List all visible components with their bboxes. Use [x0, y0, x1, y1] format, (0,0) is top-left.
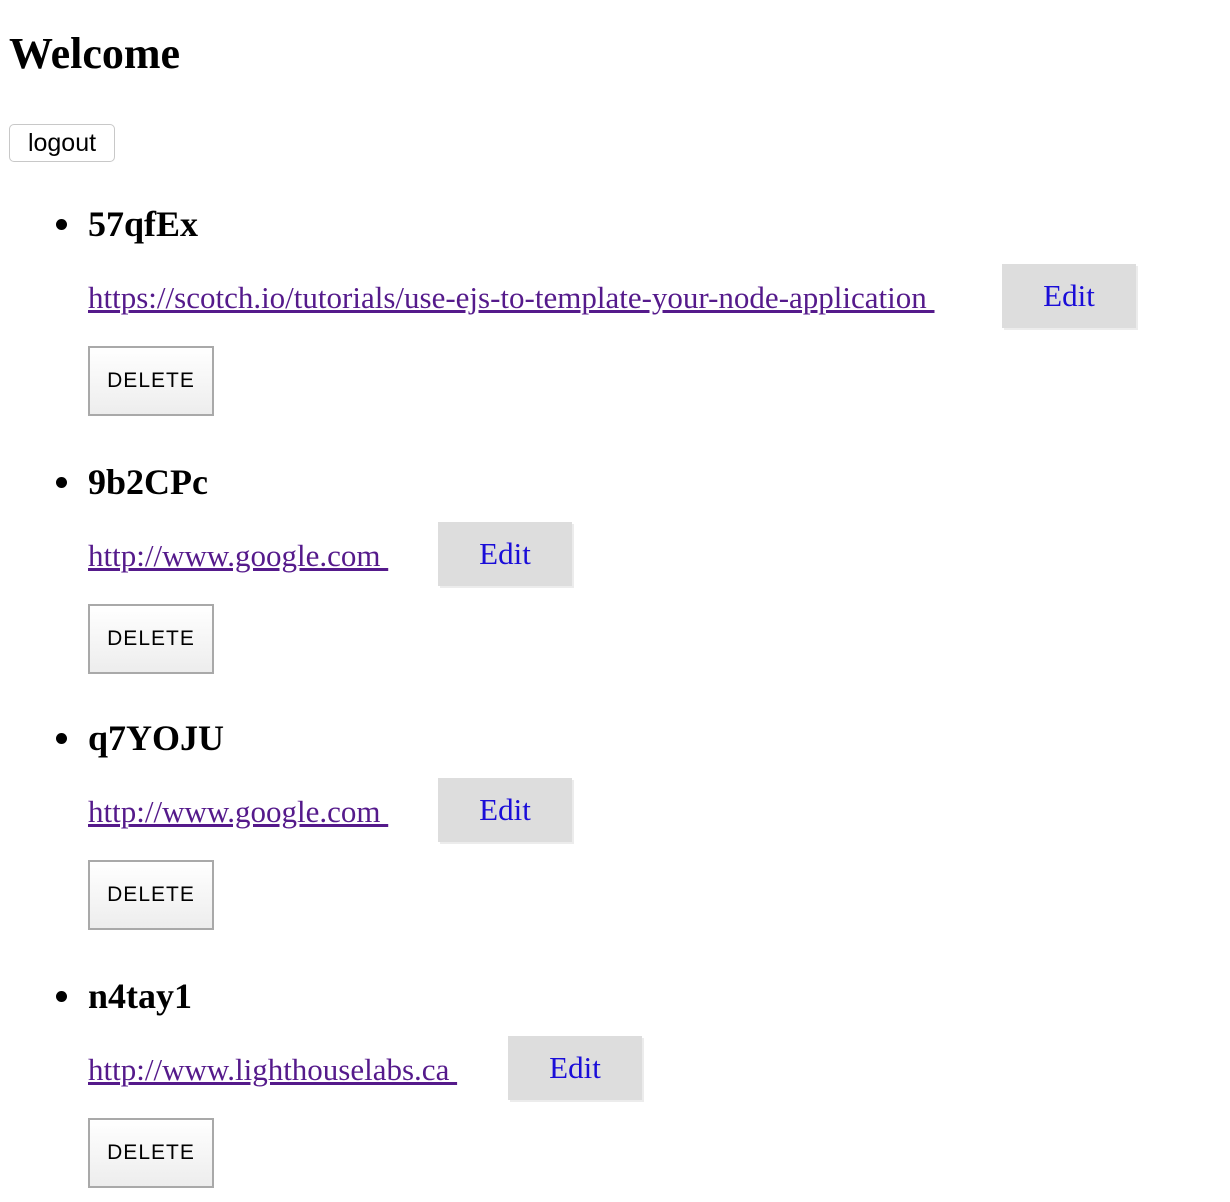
delete-button[interactable]: DELETE — [88, 346, 214, 416]
short-code: 57qfEx — [88, 204, 199, 244]
logout-button[interactable]: logout — [9, 124, 115, 162]
edit-button[interactable]: Edit — [438, 778, 572, 842]
long-url-link[interactable]: https://scotch.io/tutorials/use-ejs-to-t… — [88, 278, 935, 318]
short-code: q7YOJU — [88, 718, 225, 758]
edit-button[interactable]: Edit — [508, 1036, 642, 1100]
url-item: 57qfEx https://scotch.io/tutorials/use-e… — [0, 202, 1230, 442]
long-url-link[interactable]: http://www.google.com — [88, 536, 388, 576]
page: Welcome logout 57qfEx https://scotch.io/… — [0, 0, 1230, 1202]
long-url-link[interactable]: http://www.google.com — [88, 792, 388, 832]
bullet-icon — [56, 477, 67, 488]
edit-button[interactable]: Edit — [438, 522, 572, 586]
bullet-icon — [56, 733, 67, 744]
url-item: 9b2CPc http://www.google.com Edit DELETE — [0, 460, 1230, 700]
delete-button[interactable]: DELETE — [88, 860, 214, 930]
bullet-icon — [56, 991, 67, 1002]
edit-button[interactable]: Edit — [1002, 264, 1136, 328]
short-code: 9b2CPc — [88, 462, 208, 502]
url-item: q7YOJU http://www.google.com Edit DELETE — [0, 716, 1230, 956]
bullet-icon — [56, 219, 67, 230]
long-url-link[interactable]: http://www.lighthouselabs.ca — [88, 1050, 457, 1090]
delete-button[interactable]: DELETE — [88, 604, 214, 674]
url-item: n4tay1 http://www.lighthouselabs.ca Edit… — [0, 974, 1230, 1202]
page-title: Welcome — [9, 29, 181, 78]
delete-button[interactable]: DELETE — [88, 1118, 214, 1188]
short-code: n4tay1 — [88, 976, 193, 1016]
